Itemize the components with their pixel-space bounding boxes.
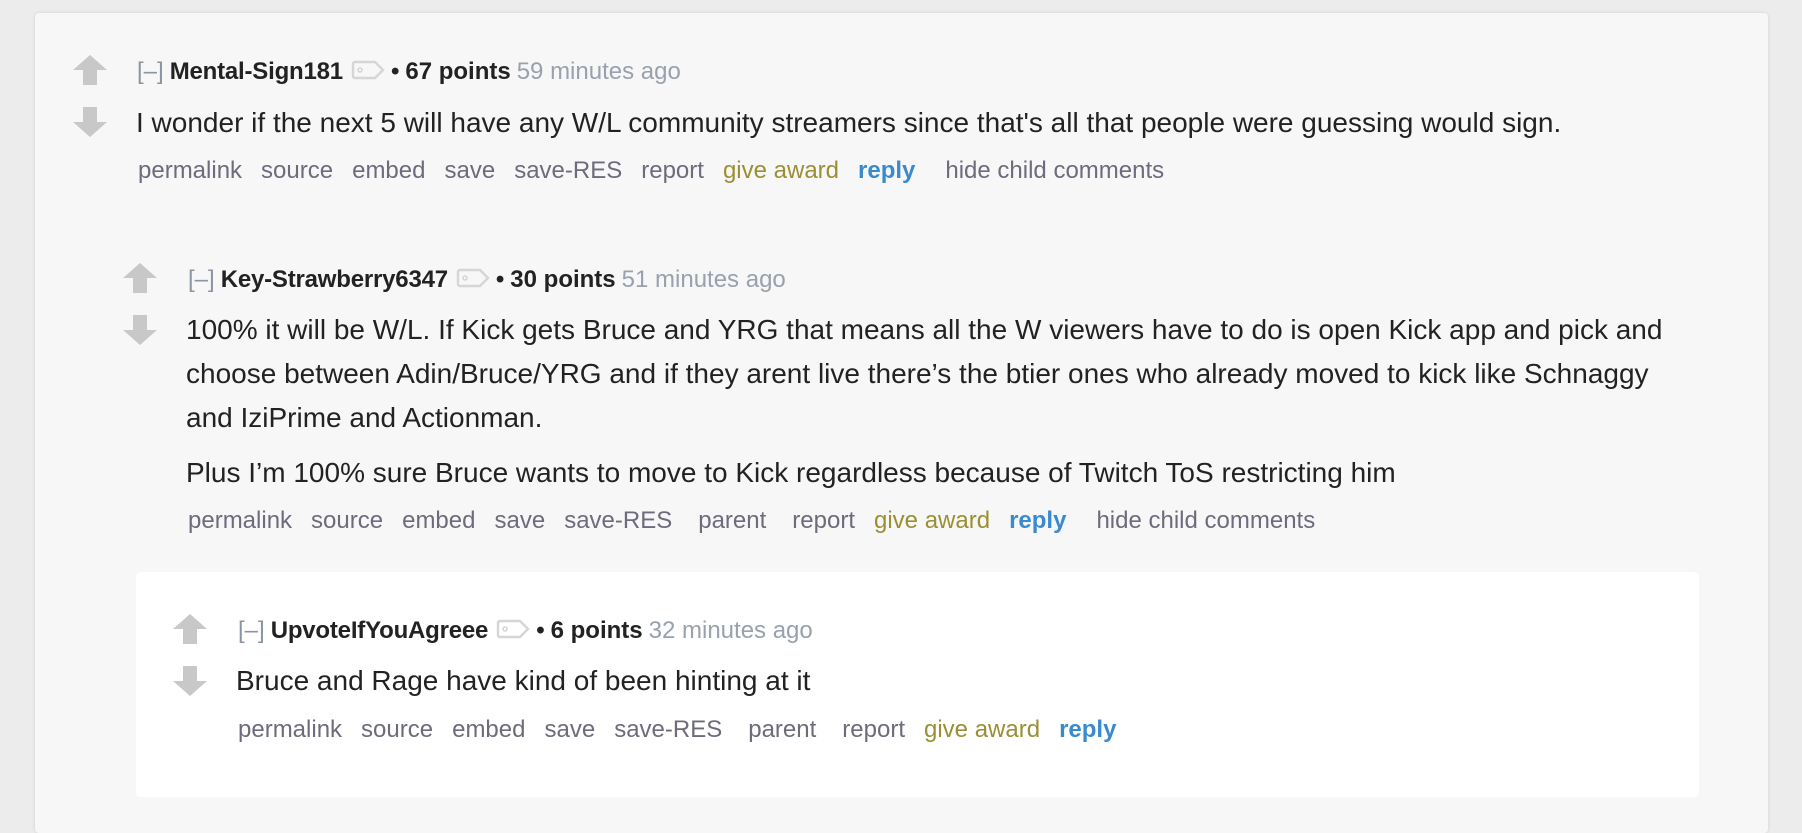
permalink-link[interactable]: permalink [188, 507, 292, 534]
score: 30 points [510, 266, 616, 293]
comment-tagline: [–] Mental-Sign181 • 67 points 59 minutes ag… [137, 57, 681, 88]
parent-link[interactable]: parent [698, 507, 766, 534]
source-link[interactable]: source [261, 157, 333, 184]
timestamp: 51 minutes ago [621, 266, 786, 293]
comment-actions: permalink source embed save save-RES parent re… [238, 715, 1146, 745]
tag-icon[interactable] [456, 266, 490, 296]
reply-link[interactable]: reply [1009, 507, 1066, 534]
permalink-link[interactable]: permalink [138, 157, 242, 184]
comment-body: I wonder if the next 5 will have any W/L… [136, 101, 1736, 145]
comment-paragraph: 100% it will be W/L. If Kick gets Bruce … [186, 314, 1663, 433]
hide-child-comments-link[interactable]: hide child comments [1096, 507, 1315, 534]
author-link[interactable]: UpvoteIfYouAgreee [271, 617, 489, 644]
embed-link[interactable]: embed [402, 507, 475, 534]
give-award-link[interactable]: give award [874, 507, 990, 534]
give-award-link[interactable]: give award [723, 157, 839, 184]
comment-actions: permalink source embed save save-RES parent re… [188, 506, 1334, 536]
save-res-link[interactable]: save-RES [514, 157, 622, 184]
author-link[interactable]: Mental-Sign181 [170, 58, 343, 85]
collapse-toggle[interactable]: [–] [238, 617, 265, 644]
parent-link[interactable]: parent [748, 716, 816, 743]
save-res-link[interactable]: save-RES [614, 716, 722, 743]
source-link[interactable]: source [311, 507, 383, 534]
upvote-arrow-icon[interactable] [122, 262, 158, 294]
separator-bullet: • [536, 617, 545, 644]
separator-bullet: • [495, 266, 505, 293]
separator-bullet: • [390, 58, 400, 85]
comment-paragraph: Bruce and Rage have kind of been hinting… [236, 665, 811, 696]
upvote-arrow-icon[interactable] [172, 613, 208, 645]
embed-link[interactable]: embed [352, 157, 425, 184]
collapse-toggle[interactable]: [–] [188, 266, 215, 293]
report-link[interactable]: report [842, 716, 905, 743]
hide-child-comments-link[interactable]: hide child comments [945, 157, 1164, 184]
downvote-arrow-icon[interactable] [172, 665, 208, 697]
report-link[interactable]: report [641, 157, 704, 184]
comment-tagline: [–] Key-Strawberry6347 • 30 points 51 minute… [188, 265, 786, 296]
comment-paragraph: Plus I’m 100% sure Bruce wants to move t… [186, 457, 1396, 488]
save-res-link[interactable]: save-RES [564, 507, 672, 534]
comment-paragraph: I wonder if the next 5 will have any W/L… [136, 107, 1562, 138]
reply-link[interactable]: reply [858, 157, 915, 184]
timestamp: 32 minutes ago [648, 617, 813, 644]
timestamp: 59 minutes ago [516, 58, 681, 85]
score: 67 points [405, 58, 511, 85]
reply-link[interactable]: reply [1059, 716, 1116, 743]
comment-actions: permalink source embed save save-RES report gi… [138, 156, 1183, 186]
downvote-arrow-icon[interactable] [72, 106, 108, 138]
comment-tagline: [–] UpvoteIfYouAgreee • 6 points 32 minutes … [238, 616, 813, 647]
score: 6 points [550, 617, 643, 644]
comment-body: 100% it will be W/L. If Kick gets Bruce … [186, 308, 1686, 495]
collapse-toggle[interactable]: [–] [137, 58, 164, 85]
tag-icon[interactable] [351, 58, 385, 88]
author-link[interactable]: Key-Strawberry6347 [221, 266, 448, 293]
permalink-link[interactable]: permalink [238, 716, 342, 743]
source-link[interactable]: source [361, 716, 433, 743]
save-link[interactable]: save [444, 157, 495, 184]
embed-link[interactable]: embed [452, 716, 525, 743]
save-link[interactable]: save [494, 507, 545, 534]
downvote-arrow-icon[interactable] [122, 314, 158, 346]
comment-body: Bruce and Rage have kind of been hinting… [236, 659, 1636, 703]
upvote-arrow-icon[interactable] [72, 54, 108, 86]
give-award-link[interactable]: give award [924, 716, 1040, 743]
save-link[interactable]: save [544, 716, 595, 743]
report-link[interactable]: report [792, 507, 855, 534]
tag-icon[interactable] [496, 617, 530, 647]
